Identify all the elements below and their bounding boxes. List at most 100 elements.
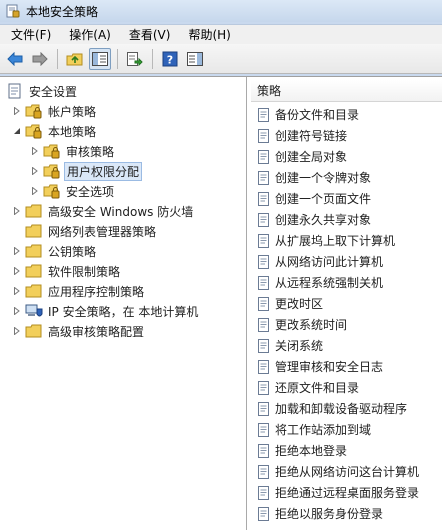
- properties-panel-icon: [187, 51, 203, 66]
- policy-list-item[interactable]: 管理审核和安全日志: [251, 356, 442, 377]
- menu-help[interactable]: 帮助(H): [177, 26, 237, 43]
- help-button[interactable]: ?: [159, 48, 181, 70]
- expand-arrow-icon[interactable]: [12, 286, 22, 296]
- tree-item-local-policies[interactable]: 本地策略: [12, 121, 98, 141]
- ip-security-icon: [25, 303, 43, 319]
- tree-item-audit-policy[interactable]: 审核策略: [30, 141, 116, 161]
- show-hide-action-pane-button[interactable]: [184, 48, 206, 70]
- policy-setting-icon: [257, 422, 271, 437]
- back-button[interactable]: [4, 48, 26, 70]
- tree-item-label: 本地策略: [48, 124, 97, 139]
- policy-setting-icon: [257, 233, 271, 248]
- policy-list-item-label: 拒绝本地登录: [275, 444, 348, 458]
- collapse-arrow-icon[interactable]: [12, 126, 22, 136]
- policy-list: 策略 备份文件和目录创建符号链接 创建全局对象创建一个令牌对象 创建一个页面文件创建…: [251, 77, 442, 530]
- expand-arrow-icon[interactable]: [12, 306, 22, 316]
- policy-setting-icon: [257, 359, 271, 374]
- folder-lock-icon: [25, 103, 43, 119]
- tree-item-label: 应用程序控制策略: [48, 284, 145, 299]
- policy-list-item-label: 关闭系统: [275, 339, 324, 353]
- expand-arrow-icon[interactable]: [12, 106, 22, 116]
- expand-arrow-icon[interactable]: [12, 246, 22, 256]
- policy-list-item-label: 拒绝以服务身份登录: [275, 507, 384, 521]
- policy-setting-icon: [257, 212, 271, 227]
- expand-arrow-icon[interactable]: [12, 326, 22, 336]
- expand-arrow-icon[interactable]: [30, 166, 40, 176]
- column-header-label: 策略: [257, 84, 282, 98]
- column-header-policy[interactable]: 策略: [251, 80, 442, 102]
- policy-setting-icon: [257, 317, 271, 332]
- policy-list-item[interactable]: 从网络访问此计算机: [251, 251, 442, 272]
- policy-list-item[interactable]: 更改系统时间: [251, 314, 442, 335]
- tree-item-network-list-manager[interactable]: 网络列表管理器策略: [25, 221, 158, 241]
- export-list-button[interactable]: [124, 48, 146, 70]
- folder-icon: [25, 243, 43, 259]
- policy-list-item[interactable]: 拒绝通过远程桌面服务登录: [251, 482, 442, 503]
- policy-list-item-label: 将工作站添加到域: [275, 423, 372, 437]
- folder-icon: [25, 203, 43, 219]
- policy-list-item-label: 创建一个页面文件: [275, 192, 372, 206]
- policy-list-item[interactable]: 拒绝以服务身份登录: [251, 503, 442, 524]
- policy-list-item[interactable]: 拒绝本地登录: [251, 440, 442, 461]
- up-one-level-button[interactable]: [64, 48, 86, 70]
- tree-item-ip-security[interactable]: IP 安全策略，在 本地计算机: [12, 301, 200, 321]
- folder-icon: [25, 323, 43, 339]
- title-bar: 本地安全策略: [0, 0, 442, 22]
- expand-arrow-icon[interactable]: [12, 206, 22, 216]
- policy-list-item-label: 创建全局对象: [275, 150, 348, 164]
- policy-setting-icon: [257, 149, 271, 164]
- folder-icon: [25, 263, 43, 279]
- toolbar-separator: [152, 48, 153, 69]
- policy-list-item[interactable]: 创建全局对象: [251, 146, 442, 167]
- main-content: 安全设置 帐户策略 本地策略 审核策略 用户权限分配 安全选项 高级安全 Win…: [0, 76, 442, 530]
- forward-button[interactable]: [29, 48, 51, 70]
- back-arrow-icon: [7, 51, 23, 66]
- policy-list-item-label: 创建符号链接: [275, 129, 348, 143]
- policy-list-item[interactable]: 从扩展坞上取下计算机: [251, 230, 442, 251]
- policy-list-item[interactable]: 创建永久共享对象: [251, 209, 442, 230]
- policy-list-item-label: 更改系统时间: [275, 318, 348, 332]
- tree-item-security-settings[interactable]: 安全设置: [6, 81, 79, 101]
- policy-list-item[interactable]: 创建一个令牌对象: [251, 167, 442, 188]
- expand-arrow-icon[interactable]: [12, 266, 22, 276]
- policy-list-item[interactable]: 更改时区: [251, 293, 442, 314]
- menu-file[interactable]: 文件(F): [0, 26, 58, 43]
- folder-lock-icon: [43, 163, 61, 179]
- menu-action[interactable]: 操作(A): [58, 26, 118, 43]
- tree-item-security-options[interactable]: 安全选项: [30, 181, 116, 201]
- tree-item-public-key-policies[interactable]: 公钥策略: [12, 241, 98, 261]
- policy-setting-icon: [257, 254, 271, 269]
- window-title: 本地安全策略: [26, 4, 99, 19]
- console-tree: 安全设置 帐户策略 本地策略 审核策略 用户权限分配 安全选项 高级安全 Win…: [0, 77, 247, 530]
- menu-view[interactable]: 查看(V): [118, 26, 178, 43]
- tree-item-label: 审核策略: [66, 144, 115, 159]
- tree-item-label: 安全选项: [66, 184, 115, 199]
- tree-item-account-policies[interactable]: 帐户策略: [12, 101, 98, 121]
- policy-list-item[interactable]: 拒绝从网络访问这台计算机: [251, 461, 442, 482]
- show-hide-console-tree-button[interactable]: [89, 47, 111, 70]
- tree-item-label: 网络列表管理器策略: [48, 224, 157, 239]
- policy-list-item[interactable]: 将工作站添加到域: [251, 419, 442, 440]
- policy-list-item[interactable]: 创建一个页面文件: [251, 188, 442, 209]
- tree-item-software-restriction[interactable]: 软件限制策略: [12, 261, 122, 281]
- toolbar-separator: [117, 48, 118, 69]
- policy-list-item[interactable]: 关闭系统: [251, 335, 442, 356]
- policy-list-item-label: 更改时区: [275, 297, 324, 311]
- expand-arrow-icon[interactable]: [30, 186, 40, 196]
- policy-list-item-label: 管理审核和安全日志: [275, 360, 384, 374]
- policy-list-item[interactable]: 从远程系统强制关机: [251, 272, 442, 293]
- folder-lock-icon: [25, 123, 43, 139]
- expand-arrow-icon[interactable]: [30, 146, 40, 156]
- forward-arrow-icon: [32, 51, 48, 66]
- tree-item-windows-firewall[interactable]: 高级安全 Windows 防火墙: [12, 201, 195, 221]
- policy-list-item[interactable]: 备份文件和目录: [251, 104, 442, 125]
- tree-item-application-control[interactable]: 应用程序控制策略: [12, 281, 146, 301]
- policy-setting-icon: [257, 506, 271, 521]
- tree-item-user-rights-assignment[interactable]: 用户权限分配: [30, 161, 143, 181]
- policy-list-item[interactable]: 还原文件和目录: [251, 377, 442, 398]
- policy-list-item-label: 创建一个令牌对象: [275, 171, 372, 185]
- tree-item-advanced-audit[interactable]: 高级审核策略配置: [12, 321, 146, 341]
- policy-list-item[interactable]: 加载和卸载设备驱动程序: [251, 398, 442, 419]
- policy-list-item[interactable]: 创建符号链接: [251, 125, 442, 146]
- folder-lock-icon: [43, 183, 61, 199]
